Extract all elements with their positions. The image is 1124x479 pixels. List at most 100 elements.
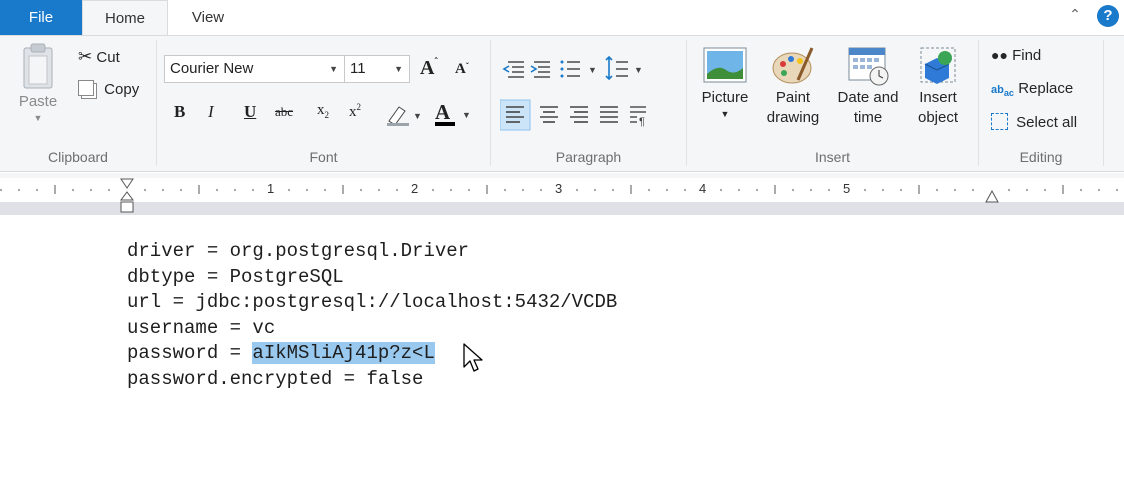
find-label: Find	[1012, 47, 1042, 64]
ruler-tick	[216, 189, 218, 191]
insert-object-label-1: Insert	[919, 89, 957, 106]
help-icon[interactable]: ?	[1097, 5, 1119, 27]
insert-object-button[interactable]: Insert object	[908, 44, 968, 128]
select-all-label: Select all	[1016, 114, 1078, 131]
font-group-label: Font	[309, 149, 338, 165]
picture-icon	[703, 47, 747, 83]
document-area[interactable]: driver = org.postgresql.Driver dbtype = …	[0, 215, 1124, 479]
font-color-icon[interactable]: A ▼	[434, 100, 474, 131]
ribbon: Paste ▼ ✂ Cut Copy Clipboard Courier New…	[0, 35, 1124, 172]
underline-icon[interactable]: U	[244, 102, 256, 122]
ruler-tick	[1008, 189, 1010, 191]
ruler-tick	[324, 189, 326, 191]
ruler-tick	[792, 189, 794, 191]
paragraph-group-label: Paragraph	[555, 149, 622, 165]
strikethrough-icon[interactable]: abc	[275, 104, 293, 120]
italic-icon[interactable]: I	[208, 102, 214, 122]
replace-icon: abac	[991, 84, 1015, 99]
ruler-tick	[450, 189, 452, 191]
ruler-tick	[1116, 189, 1118, 191]
line-spacing-icon[interactable]: ▼	[605, 56, 643, 81]
ruler-number: 5	[843, 181, 851, 196]
grow-font-icon[interactable]: Aˆ	[420, 57, 438, 80]
date-time-label-1: Date and	[837, 89, 899, 106]
shrink-font-icon[interactable]: Aˇ	[455, 61, 469, 78]
replace-button[interactable]: abac Replace	[991, 80, 1073, 98]
decrease-indent-icon[interactable]	[502, 61, 524, 78]
ruler-tick	[1098, 189, 1100, 191]
right-indent-marker[interactable]	[984, 189, 1000, 207]
tab-view[interactable]: View	[168, 0, 248, 35]
ruler-tick	[432, 189, 434, 191]
align-right-icon[interactable]	[570, 106, 588, 123]
ruler-tick	[594, 189, 596, 191]
ruler-bottom-band	[0, 202, 1124, 215]
tab-file[interactable]: File	[0, 0, 82, 35]
paste-icon	[23, 43, 53, 89]
font-size-value: 11	[350, 60, 366, 77]
password-key-text: password =	[127, 342, 253, 365]
replace-label: Replace	[1018, 80, 1074, 97]
picture-button[interactable]: Picture ▼	[694, 44, 756, 120]
binoculars-icon: ●●	[991, 47, 1008, 63]
ruler-number: 2	[411, 181, 419, 196]
cut-button[interactable]: ✂ Cut	[78, 47, 120, 67]
ruler-tick	[522, 189, 524, 191]
ruler-tick	[360, 189, 362, 191]
ruler-tick	[234, 189, 236, 191]
paste-label: Paste	[18, 93, 58, 110]
ruler-tick	[738, 189, 740, 191]
ruler-number: 1	[267, 181, 275, 196]
clipboard-group-label: Clipboard	[48, 149, 108, 165]
tab-home[interactable]: Home	[82, 0, 168, 36]
select-all-button[interactable]: Select all	[991, 113, 1077, 131]
copy-button[interactable]: Copy	[78, 80, 139, 98]
paste-button[interactable]: Paste ▼	[8, 42, 68, 124]
increase-indent-icon[interactable]	[530, 61, 550, 78]
picture-dropdown-icon[interactable]: ▼	[694, 108, 756, 120]
ruler-tick	[72, 189, 74, 191]
selected-password-text[interactable]: aIkMSliAj41p?z<L	[252, 342, 435, 365]
find-button[interactable]: ●● Find	[991, 47, 1041, 64]
ruler-tick	[306, 189, 308, 191]
ruler-tick	[180, 189, 182, 191]
ruler-tick	[936, 189, 938, 191]
ruler-tick	[18, 189, 20, 191]
bullet-list-icon[interactable]: ▼	[560, 60, 597, 78]
cut-label: Cut	[96, 49, 120, 66]
document-line[interactable]: driver = org.postgresql.Driver	[127, 239, 469, 265]
align-center-icon[interactable]	[540, 106, 558, 123]
paint-drawing-button[interactable]: Paint drawing	[758, 44, 828, 128]
svg-text:▼: ▼	[413, 111, 422, 121]
justify-icon[interactable]	[600, 106, 618, 123]
ruler-tick	[684, 189, 686, 191]
paragraph-settings-icon[interactable]: ¶	[630, 106, 646, 128]
bold-icon[interactable]: B	[174, 102, 185, 122]
chevron-down-icon: ▼	[329, 64, 338, 74]
svg-text:▼: ▼	[634, 65, 643, 75]
document-line[interactable]: username = vc	[127, 316, 275, 342]
ruler-tick	[954, 189, 956, 191]
ruler-tick	[396, 189, 398, 191]
ruler-tick	[540, 189, 542, 191]
document-line[interactable]: dbtype = PostgreSQL	[127, 265, 344, 291]
ruler-tick	[0, 189, 2, 191]
paste-dropdown-icon[interactable]: ▼	[8, 112, 68, 124]
collapse-ribbon-icon[interactable]: ⌃	[1066, 6, 1084, 24]
date-time-button[interactable]: Date and time	[830, 44, 906, 128]
ruler-tick	[378, 189, 380, 191]
left-indent-marker[interactable]	[119, 178, 135, 217]
font-size-select[interactable]: 11 ▼	[344, 55, 410, 83]
ruler-tick	[468, 189, 470, 191]
ruler-number: 3	[555, 181, 563, 196]
paint-palette-icon	[772, 47, 814, 84]
font-family-select[interactable]: Courier New ▼	[164, 55, 345, 83]
document-line[interactable]: password.encrypted = false	[127, 367, 423, 393]
highlight-color-icon[interactable]: ▼	[385, 103, 423, 130]
document-line[interactable]: url = jdbc:postgresql://localhost:5432/V…	[127, 290, 617, 316]
subscript-icon[interactable]: x2	[317, 102, 329, 120]
ruler-tick	[90, 189, 92, 191]
insert-object-icon	[920, 47, 956, 84]
document-line-password[interactable]: password = aIkMSliAj41p?z<L	[127, 341, 435, 367]
superscript-icon[interactable]: x2	[349, 102, 361, 121]
